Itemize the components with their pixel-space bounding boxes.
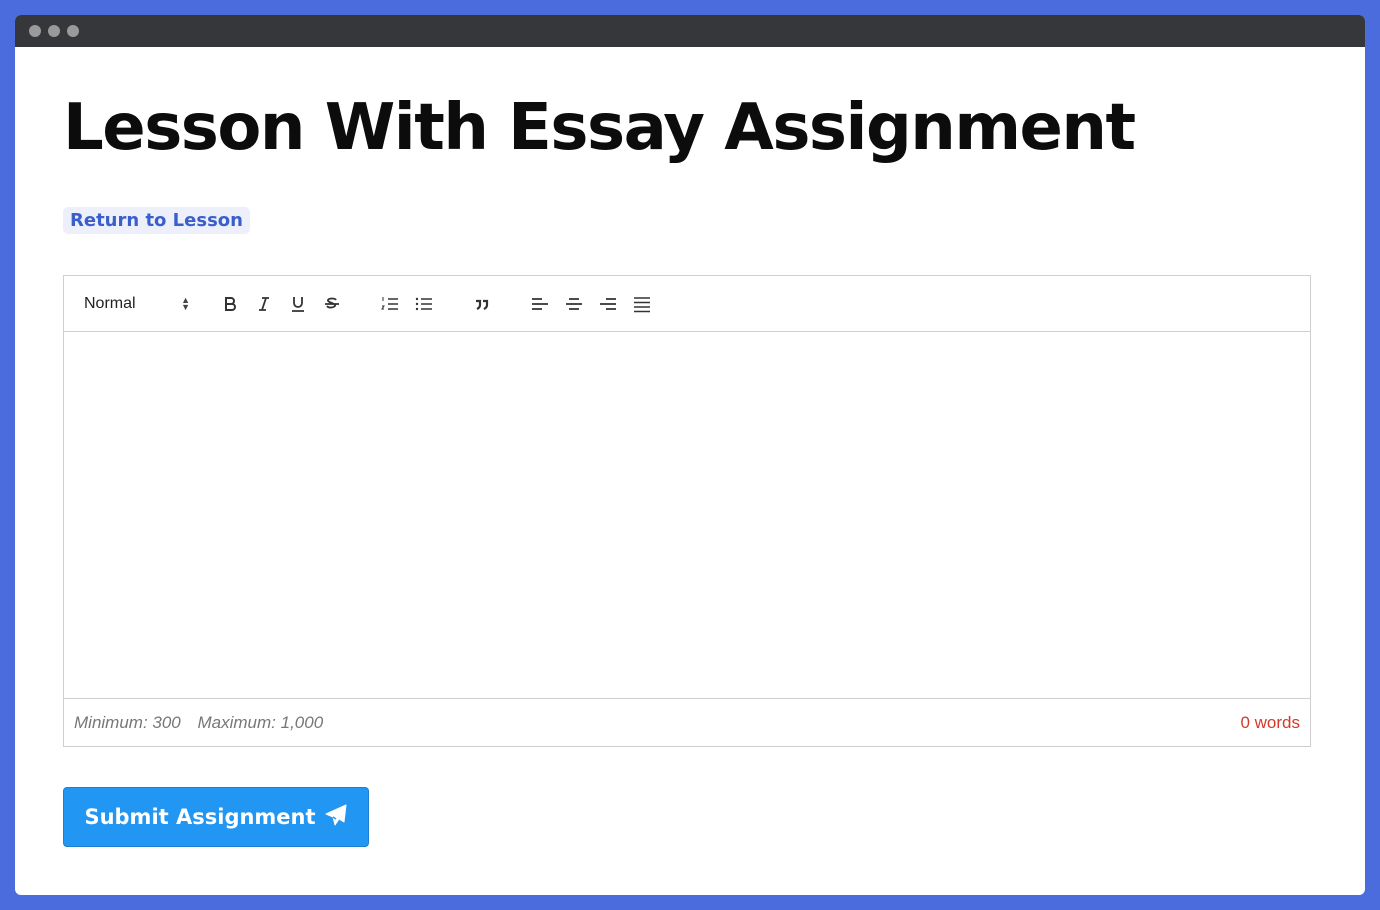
block-group bbox=[470, 292, 494, 316]
bullet-list-icon[interactable] bbox=[412, 292, 436, 316]
paper-plane-icon bbox=[324, 803, 348, 832]
window-dot bbox=[29, 25, 41, 37]
align-left-icon[interactable] bbox=[528, 292, 552, 316]
updown-arrows-icon: ▲ ▼ bbox=[181, 294, 190, 312]
minimum-words: Minimum: 300 bbox=[74, 713, 181, 732]
editor-toolbar: Normal ▲ ▼ bbox=[64, 276, 1310, 332]
bold-icon[interactable] bbox=[218, 292, 242, 316]
window-titlebar bbox=[15, 15, 1365, 47]
underline-icon[interactable] bbox=[286, 292, 310, 316]
ordered-list-icon[interactable] bbox=[378, 292, 402, 316]
browser-window: Lesson With Essay Assignment Return to L… bbox=[15, 15, 1365, 895]
align-group bbox=[528, 292, 654, 316]
window-dot bbox=[48, 25, 60, 37]
format-picker-label: Normal bbox=[84, 294, 136, 312]
strikethrough-icon[interactable] bbox=[320, 292, 344, 316]
return-to-lesson-link[interactable]: Return to Lesson bbox=[63, 207, 250, 234]
align-justify-icon[interactable] bbox=[630, 292, 654, 316]
format-picker[interactable]: Normal ▲ ▼ bbox=[84, 295, 190, 313]
word-limits: Minimum: 300 Maximum: 1,000 bbox=[74, 713, 323, 733]
align-right-icon[interactable] bbox=[596, 292, 620, 316]
submit-assignment-button[interactable]: Submit Assignment bbox=[63, 787, 369, 847]
italic-icon[interactable] bbox=[252, 292, 276, 316]
list-group bbox=[378, 292, 436, 316]
word-count: 0 words bbox=[1240, 713, 1300, 732]
align-center-icon[interactable] bbox=[562, 292, 586, 316]
maximum-words: Maximum: 1,000 bbox=[197, 713, 324, 732]
editor-footer: Minimum: 300 Maximum: 1,000 0 words bbox=[64, 699, 1310, 747]
essay-text-area[interactable] bbox=[64, 332, 1310, 699]
window-dot bbox=[67, 25, 79, 37]
text-style-group bbox=[218, 292, 344, 316]
submit-button-label: Submit Assignment bbox=[84, 805, 316, 829]
essay-editor: Normal ▲ ▼ Minimum: 300 Maximum: 1,000 0… bbox=[63, 275, 1311, 747]
page-title: Lesson With Essay Assignment bbox=[63, 91, 1136, 165]
blockquote-icon[interactable] bbox=[470, 292, 494, 316]
